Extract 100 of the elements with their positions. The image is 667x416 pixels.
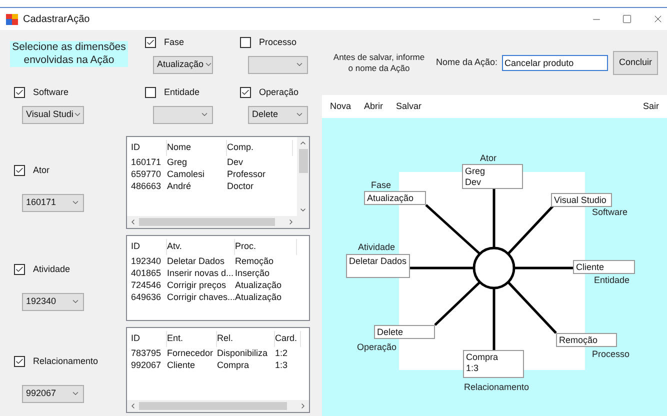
node-label: Operação (357, 342, 397, 352)
column-header[interactable]: Nome (167, 140, 227, 156)
dropdown[interactable]: Visual Studi (22, 106, 84, 124)
checkbox-label: Processo (259, 36, 297, 49)
node-label: Software (592, 207, 628, 217)
node-label: Processo (592, 349, 630, 359)
table-cell-text: Dev (227, 156, 244, 168)
node-text: 1:3 (466, 363, 480, 374)
chevron-down-icon (71, 297, 80, 306)
menu-item[interactable]: Abrir (364, 100, 384, 114)
connector-line (492, 288, 496, 350)
scroll-left-icon[interactable] (129, 218, 137, 226)
column-header[interactable]: Comp. (227, 140, 293, 156)
connector-line (425, 204, 481, 255)
dropdown[interactable]: 992067 (22, 384, 84, 402)
menu-item[interactable]: Nova (330, 100, 352, 114)
table-cell-text: Greg (167, 156, 188, 168)
column-header[interactable]: Proc. (235, 239, 297, 255)
chevron-down-icon (204, 60, 213, 69)
checkbox[interactable] (240, 87, 251, 98)
checkbox[interactable] (14, 165, 25, 176)
dropdown[interactable]: 160171 (22, 194, 84, 212)
menu-item[interactable]: Sair (642, 100, 659, 114)
column-header[interactable]: ID (131, 331, 167, 347)
node-text: Cliente (576, 262, 606, 273)
horizontal-scrollbar[interactable] (127, 400, 309, 412)
column-header[interactable]: Card. (275, 331, 301, 347)
app-icon (6, 14, 18, 24)
window-title: CadastrarAção (23, 12, 90, 26)
table-cell-text: 401865 (131, 268, 162, 278)
table-cell-text: 160171 (131, 156, 162, 168)
checkbox[interactable] (240, 37, 251, 48)
vertical-scrollbar[interactable] (297, 137, 309, 216)
confirm-button[interactable]: Concluir (612, 50, 658, 74)
node-label: Relacionamento (464, 382, 530, 392)
node-text: Delete (377, 327, 404, 338)
node-text: Deletar Dados (349, 256, 407, 267)
table-cell-text: Inserção (235, 268, 271, 278)
action-name-field[interactable]: Cancelar produto (502, 54, 608, 70)
chevron-down-icon (71, 389, 80, 398)
maximize-icon[interactable] (622, 14, 632, 24)
table-cell-text: Doctor (227, 180, 255, 192)
close-icon[interactable] (652, 13, 664, 25)
table-cell-text: 992067 (131, 360, 162, 370)
table-cell-text: Cliente (167, 360, 196, 370)
node-label: Atividade (358, 242, 396, 252)
checkbox-label: Ator (33, 164, 50, 177)
chevron-down-icon (71, 198, 80, 207)
table-cell-text: Professor (227, 168, 267, 180)
checkbox-label: Operação (259, 86, 299, 99)
table-cell-text: 1:3 (275, 360, 289, 370)
instruction-text: Selecione as dimensões envolvidas na Ação (10, 41, 128, 67)
checkbox[interactable] (145, 37, 156, 48)
save-hint-text: Antes de salvar, informe o nome da Ação (332, 52, 426, 74)
checkbox[interactable] (14, 356, 25, 368)
checkbox[interactable] (14, 264, 25, 276)
table-cell-text: Fornecedor (167, 348, 214, 358)
connector-line (507, 205, 554, 255)
scroll-right-icon[interactable] (287, 218, 295, 226)
scrollbar-thumb[interactable] (298, 149, 308, 173)
scroll-right-icon[interactable] (299, 402, 307, 410)
dropdown[interactable]: Delete (248, 106, 308, 124)
checkbox[interactable] (145, 87, 156, 98)
hub-circle (472, 246, 516, 290)
checkbox-label: Entidade (164, 86, 200, 99)
checkbox-label: Software (33, 86, 69, 99)
node-text: Dev (465, 177, 482, 188)
chevron-down-icon (73, 110, 82, 119)
dropdown[interactable]: Atualização (153, 56, 213, 74)
column-header[interactable]: ID (131, 239, 167, 255)
column-header[interactable]: Atv. (167, 239, 235, 255)
connector-line (492, 188, 496, 248)
table-cell-text: 192340 (131, 256, 162, 266)
connector-line (514, 266, 573, 270)
scrollbar-thumb[interactable] (139, 218, 275, 226)
scroll-left-icon[interactable] (129, 402, 137, 410)
checkbox-label: Relacionamento (33, 355, 98, 368)
connector-line (408, 266, 474, 270)
scroll-down-icon[interactable] (299, 206, 307, 214)
table-cell-text: Remoção (235, 256, 275, 266)
scroll-up-icon[interactable] (299, 139, 307, 147)
dropdown[interactable]: 192340 (22, 292, 84, 310)
column-header[interactable]: Ent. (167, 331, 217, 347)
column-header[interactable]: Rel. (217, 331, 275, 347)
connector-line (434, 281, 481, 326)
chevron-down-icon (295, 60, 304, 69)
checkbox[interactable] (14, 87, 25, 98)
horizontal-scrollbar[interactable] (127, 216, 309, 228)
table-cell-text: Atualização (235, 280, 283, 290)
node-text: Compra (466, 352, 500, 363)
scrollbar-thumb[interactable] (139, 402, 287, 410)
table-cell-text: 659770 (131, 168, 162, 180)
checkbox-label: Fase (164, 36, 184, 49)
table-cell-text: Corrigir preços (167, 280, 228, 290)
table-cell-text: Deletar Dados (167, 256, 226, 266)
column-header[interactable]: ID (131, 140, 167, 156)
node-text: Visual Studio (554, 195, 608, 206)
table-cell-text: 783795 (131, 348, 162, 358)
menu-item[interactable]: Salvar (396, 100, 422, 114)
table-cell-text: Camolesi (167, 168, 206, 180)
